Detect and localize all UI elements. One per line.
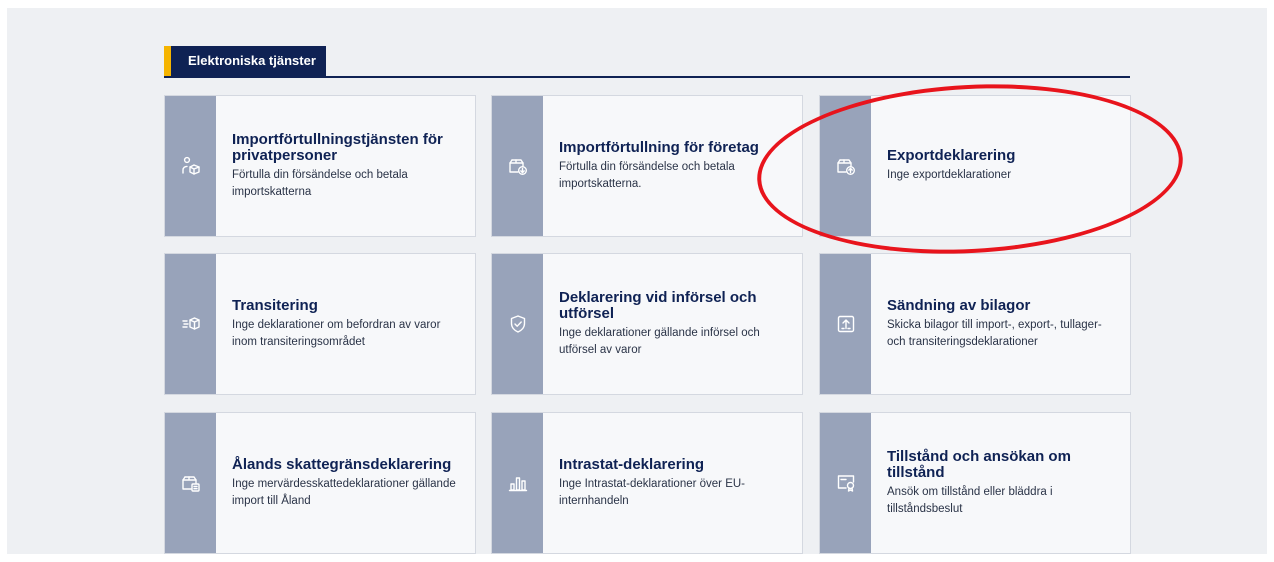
card-icon-strip xyxy=(820,96,871,236)
section-title: Elektroniska tjänster xyxy=(164,46,326,76)
card-icon-strip xyxy=(820,413,871,553)
service-card-import-business[interactable]: Importförtullning för företag Förtulla d… xyxy=(491,95,803,237)
section-header: Elektroniska tjänster xyxy=(164,46,1130,78)
card-description: Inge Intrastat-deklarationer över EU-int… xyxy=(559,477,746,507)
card-description: Inge deklarationer om befordran av varor… xyxy=(232,318,441,348)
service-card-permits[interactable]: Tillstånd och ansökan om tillstånd Ansök… xyxy=(819,412,1131,554)
service-card-transit[interactable]: Transitering Inge deklarationer om befor… xyxy=(164,253,476,395)
card-icon-strip xyxy=(165,413,216,553)
card-title: Transitering xyxy=(232,296,318,314)
card-description: Förtulla din försändelse och betala impo… xyxy=(232,168,408,198)
card-title: Intrastat-deklarering xyxy=(559,455,705,473)
upload-box-icon xyxy=(836,314,856,334)
card-icon-strip xyxy=(492,413,543,553)
person-package-icon xyxy=(181,156,201,176)
card-icon-strip xyxy=(492,96,543,236)
card-description: Ansök om tillstånd eller bläddra i tills… xyxy=(887,485,1053,515)
card-description: Inge exportdeklarationer xyxy=(887,169,1012,181)
card-title: Ålands skattegränsdeklarering xyxy=(232,455,452,473)
card-icon-strip xyxy=(492,254,543,394)
package-download-icon xyxy=(508,156,528,176)
service-card-import-private[interactable]: Importförtullningstjänsten för privatper… xyxy=(164,95,476,237)
card-icon-strip xyxy=(165,96,216,236)
card-title: Exportdeklarering xyxy=(887,147,1016,164)
service-card-intrastat[interactable]: Intrastat-deklarering Inge Intrastat-dek… xyxy=(491,412,803,554)
card-title: Sändning av bilagor xyxy=(887,296,1031,314)
card-title: Tillstånd och ansökan om tillstånd xyxy=(887,447,1071,481)
card-description: Förtulla din försändelse och betala impo… xyxy=(559,160,735,190)
shield-check-icon xyxy=(508,314,528,334)
card-description: Inge deklarationer gällande införsel och… xyxy=(559,326,760,356)
card-icon-strip xyxy=(820,254,871,394)
service-card-aland[interactable]: Ålands skattegränsdeklarering Inge mervä… xyxy=(164,412,476,554)
card-description: Inge mervärdesskattedeklarationer gällan… xyxy=(232,477,456,507)
service-card-entry-exit[interactable]: Deklarering vid införsel och utförsel In… xyxy=(491,253,803,395)
card-title: Deklarering vid införsel och utförsel xyxy=(559,288,757,322)
service-card-export[interactable]: Exportdeklarering Inge exportdeklaration… xyxy=(819,95,1131,237)
card-title: Importförtullningstjänsten för privatper… xyxy=(232,130,443,164)
package-document-icon xyxy=(181,473,201,493)
service-card-attachments[interactable]: Sändning av bilagor Skicka bilagor till … xyxy=(819,253,1131,395)
certificate-icon xyxy=(836,473,856,493)
bar-chart-icon xyxy=(508,473,528,493)
card-description: Skicka bilagor till import-, export-, tu… xyxy=(887,318,1102,348)
package-upload-icon xyxy=(836,156,856,176)
card-icon-strip xyxy=(165,254,216,394)
moving-box-icon xyxy=(181,314,201,334)
card-title: Importförtullning för företag xyxy=(559,138,759,156)
